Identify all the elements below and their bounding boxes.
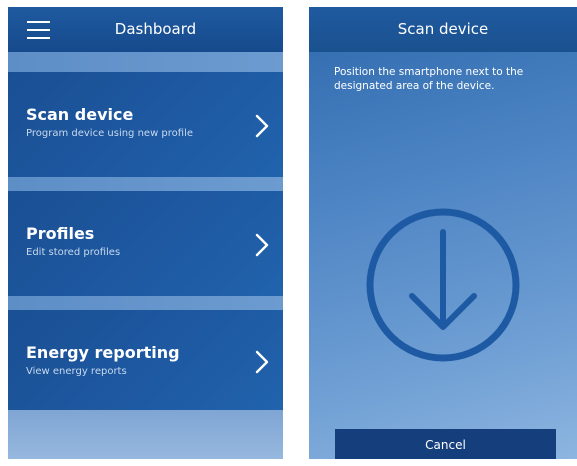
dashboard-footer-area <box>8 410 283 459</box>
divider <box>8 52 283 72</box>
scan-device-screen: Scan device Position the smartphone next… <box>309 7 577 459</box>
menu-item-title: Profiles <box>26 224 95 243</box>
menu-item-profiles[interactable]: Profiles Edit stored profiles <box>8 191 283 296</box>
dashboard-screen: Dashboard Scan device Program device usi… <box>8 7 283 459</box>
download-arrow-circle-icon <box>366 208 520 362</box>
page-title: Scan device <box>397 20 489 38</box>
chevron-right-icon <box>255 233 269 257</box>
menu-item-scan-device[interactable]: Scan device Program device using new pro… <box>8 72 283 177</box>
divider <box>8 296 283 310</box>
menu-item-energy-reporting[interactable]: Energy reporting View energy reports <box>8 310 283 410</box>
menu-item-subtitle: Program device using new profile <box>26 128 194 139</box>
chevron-right-icon <box>255 114 269 138</box>
menu-item-subtitle: Edit stored profiles <box>26 247 121 258</box>
scan-header: Scan device <box>309 7 577 52</box>
scan-instruction: Position the smartphone next to the desi… <box>334 66 524 92</box>
menu-item-title: Scan device <box>26 105 134 124</box>
cancel-button[interactable]: Cancel <box>335 429 556 459</box>
menu-item-subtitle: View energy reports <box>26 366 127 377</box>
menu-item-title: Energy reporting <box>26 343 180 362</box>
page-title: Dashboard <box>114 20 197 38</box>
divider <box>8 177 283 191</box>
dashboard-header: Dashboard <box>8 7 283 52</box>
chevron-right-icon <box>255 350 269 374</box>
